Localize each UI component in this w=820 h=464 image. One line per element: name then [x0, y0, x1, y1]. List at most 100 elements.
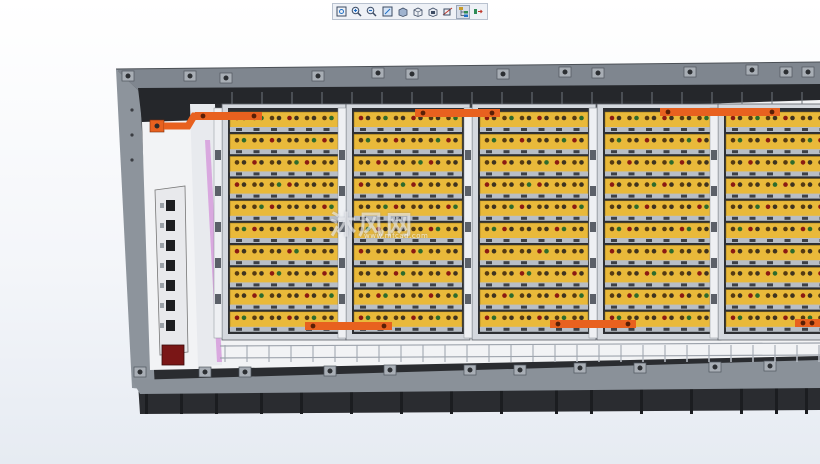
cell-busbar-strip	[605, 127, 713, 132]
cell-clip	[253, 172, 260, 176]
cell-terminal	[537, 271, 542, 276]
cell-clip	[430, 305, 436, 309]
cell-clip	[698, 172, 705, 176]
cell-terminal	[276, 160, 282, 165]
cell-terminal	[651, 226, 657, 232]
cell-terminal	[294, 293, 299, 298]
cell-clip	[663, 239, 670, 242]
cell-terminal	[544, 293, 549, 298]
cell-terminal	[287, 315, 292, 321]
cell-terminal	[783, 160, 788, 165]
cell-terminal	[737, 115, 743, 121]
cell-clip	[646, 216, 652, 220]
cell-terminal	[365, 248, 371, 254]
cell-terminal	[502, 204, 507, 210]
cell-clip	[749, 150, 756, 154]
cell-clip	[503, 283, 510, 287]
cell-clip	[698, 216, 705, 220]
cell-clip	[681, 261, 687, 265]
cell-busbar-strip	[480, 149, 588, 155]
cell-clip	[360, 172, 366, 176]
cell-terminal	[662, 271, 667, 276]
cell-terminal	[376, 137, 381, 143]
cell-terminal	[411, 315, 416, 321]
cell-terminal	[616, 160, 622, 165]
cell-clip	[611, 305, 617, 309]
cell-clip	[538, 305, 545, 309]
cell-row	[479, 244, 589, 262]
cell-terminal	[322, 115, 327, 121]
cell-terminal	[783, 315, 788, 321]
cell-terminal	[519, 315, 525, 321]
rail-clip	[215, 258, 221, 268]
cell-terminal	[783, 226, 788, 232]
cell-clip	[628, 150, 635, 154]
cell-clip	[486, 261, 492, 265]
cell-terminal	[311, 226, 317, 232]
cell-clip	[306, 172, 312, 176]
cell-clip	[681, 327, 687, 331]
cell-clip	[253, 283, 260, 287]
cell-terminal	[807, 204, 813, 210]
cell-terminal	[322, 248, 327, 254]
cell-busbar-strip	[230, 282, 338, 288]
cell-terminal	[616, 182, 622, 187]
cell-terminal	[453, 315, 458, 321]
cell-terminal	[287, 226, 292, 232]
terminal-block	[166, 320, 175, 331]
rail-clip	[590, 258, 596, 268]
cell-terminal	[651, 315, 657, 321]
rail-clip	[711, 150, 717, 160]
cell-terminal	[287, 115, 292, 121]
cell-terminal	[554, 293, 560, 298]
cell-terminal	[627, 226, 632, 232]
cell-terminal	[435, 248, 441, 254]
cell-terminal	[287, 248, 292, 254]
cell-terminal	[537, 182, 542, 187]
cell-clip	[646, 194, 652, 198]
cell-terminal	[365, 115, 371, 121]
cell-terminal	[704, 226, 709, 232]
cell-terminal	[294, 182, 299, 187]
cell-clip	[611, 261, 617, 265]
cell-clip	[538, 216, 545, 220]
cell-terminal	[686, 293, 692, 298]
cell-terminal	[627, 293, 632, 298]
cell-clip	[784, 172, 791, 176]
cell-terminal	[662, 226, 667, 232]
cell-terminal	[579, 204, 584, 210]
cell-terminal	[765, 271, 771, 276]
watermark: 沐风网 www.mfcad.com	[330, 205, 490, 249]
cell-clip	[236, 327, 242, 331]
cell-clip	[663, 128, 670, 131]
rail-clip	[711, 186, 717, 196]
cell-clip	[749, 172, 756, 176]
side-bolt	[130, 108, 134, 112]
busbar-bolt	[625, 321, 631, 327]
cell-terminal	[783, 271, 788, 276]
cell-terminal	[737, 271, 743, 276]
cell-clip	[749, 239, 756, 242]
cell-terminal	[644, 293, 650, 298]
watermark-url: www.mfcad.com	[364, 232, 429, 240]
cell-terminal	[704, 137, 709, 143]
cell-terminal	[572, 204, 577, 210]
cell-clip	[271, 327, 277, 331]
frame-bolt	[125, 73, 131, 79]
frame-bolt	[637, 365, 643, 371]
cell-clip	[288, 283, 295, 287]
cell-terminal	[241, 204, 247, 210]
cell-terminal	[526, 204, 532, 210]
cell-terminal	[411, 248, 416, 254]
cell-clip	[732, 150, 738, 154]
cell-terminal	[383, 137, 388, 143]
cell-terminal	[446, 137, 451, 143]
rail-clip	[711, 222, 717, 232]
cell-clip	[802, 239, 808, 242]
cell-clip	[556, 194, 562, 198]
cell-clip	[521, 261, 527, 265]
cell-terminal	[287, 137, 292, 143]
cell-terminal	[686, 182, 692, 187]
cell-clip	[521, 128, 527, 131]
cell-terminal	[428, 248, 434, 254]
